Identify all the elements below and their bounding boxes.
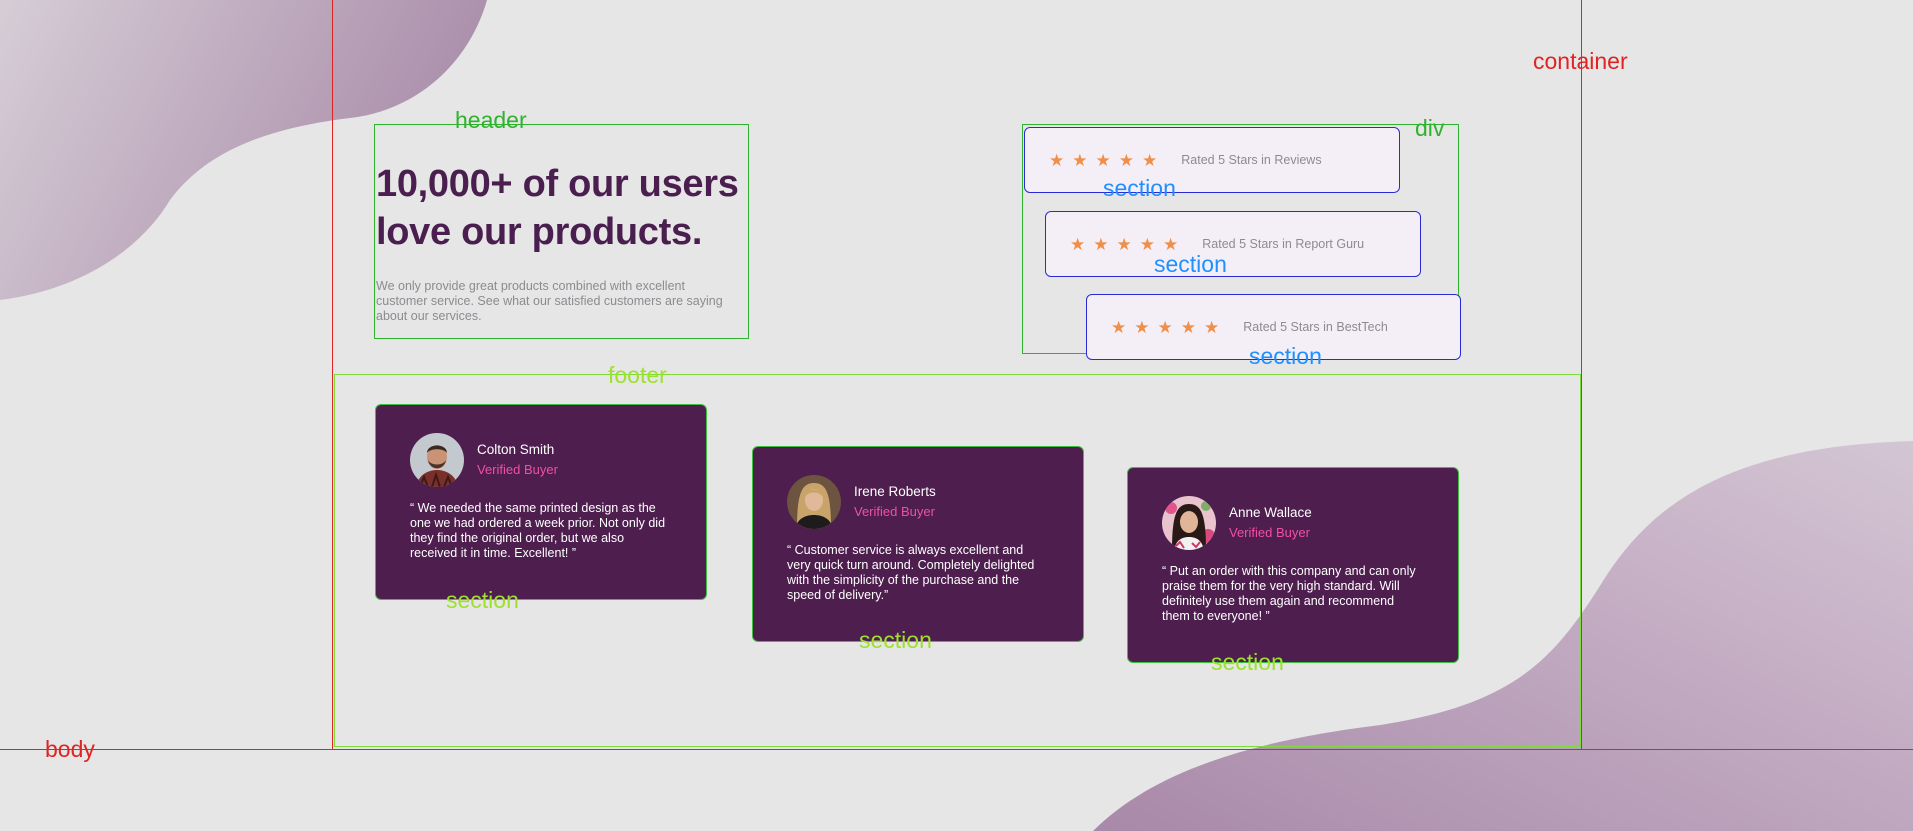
section-label: section	[1154, 251, 1227, 277]
page-title: 10,000+ of our users love our products.	[376, 160, 756, 256]
header-label: header	[455, 107, 527, 133]
star-rating: ★ ★ ★ ★ ★	[1111, 319, 1219, 336]
star-icon: ★	[1157, 317, 1173, 337]
rating-label: Rated 5 Stars in Reviews	[1181, 153, 1322, 167]
man-portrait-icon	[410, 433, 464, 487]
rating-card-reviews: ★ ★ ★ ★ ★ Rated 5 Stars in Reviews	[1024, 127, 1400, 193]
star-icon: ★	[1111, 317, 1127, 337]
testimonial-card: Colton Smith Verified Buyer “ We needed …	[375, 404, 707, 600]
page-title-line-1: 10,000+ of our users	[376, 163, 739, 205]
woman-portrait-icon	[1162, 496, 1216, 550]
container-label: container	[1533, 48, 1628, 74]
star-icon: ★	[1142, 150, 1158, 170]
star-icon: ★	[1134, 317, 1150, 337]
testimonial-quote: “ We needed the same printed design as t…	[410, 501, 666, 560]
verified-buyer-badge: Verified Buyer	[854, 504, 935, 519]
star-icon: ★	[1116, 234, 1132, 254]
testimonial-quote: “ Put an order with this company and can…	[1162, 564, 1416, 623]
star-icon: ★	[1163, 234, 1179, 254]
testimonial-card: Anne Wallace Verified Buyer “ Put an ord…	[1127, 467, 1459, 663]
star-icon: ★	[1180, 317, 1196, 337]
header-description: We only provide great products combined …	[376, 279, 723, 323]
section-label: section	[859, 627, 932, 653]
star-rating: ★ ★ ★ ★ ★	[1049, 152, 1157, 169]
page-title-line-2: love our products.	[376, 211, 703, 253]
star-rating: ★ ★ ★ ★ ★	[1070, 236, 1178, 253]
woman-portrait-icon	[787, 475, 841, 529]
verified-buyer-badge: Verified Buyer	[477, 462, 558, 477]
star-icon: ★	[1118, 150, 1134, 170]
rating-card-report-guru: ★ ★ ★ ★ ★ Rated 5 Stars in Report Guru	[1045, 211, 1421, 277]
footer-label: footer	[608, 362, 667, 388]
section-label: section	[1211, 649, 1284, 675]
div-label: div	[1415, 115, 1445, 141]
customer-name: Anne Wallace	[1229, 505, 1312, 520]
customer-name: Colton Smith	[477, 442, 555, 457]
rating-label: Rated 5 Stars in BestTech	[1243, 320, 1388, 334]
rating-label: Rated 5 Stars in Report Guru	[1202, 237, 1365, 251]
testimonial-quote: “ Customer service is always excellent a…	[787, 543, 1035, 602]
star-icon: ★	[1072, 150, 1088, 170]
testimonial-card: Irene Roberts Verified Buyer “ Customer …	[752, 446, 1084, 642]
star-icon: ★	[1095, 150, 1111, 170]
section-label: section	[1103, 175, 1176, 201]
star-icon: ★	[1070, 234, 1086, 254]
star-icon: ★	[1139, 234, 1155, 254]
customer-name: Irene Roberts	[854, 484, 936, 499]
star-icon: ★	[1093, 234, 1109, 254]
body-outline	[0, 749, 1913, 750]
star-icon: ★	[1204, 317, 1220, 337]
section-label: section	[446, 587, 519, 613]
star-icon: ★	[1049, 150, 1065, 170]
section-label: section	[1249, 343, 1322, 369]
body-label: body	[45, 736, 95, 762]
verified-buyer-badge: Verified Buyer	[1229, 525, 1310, 540]
